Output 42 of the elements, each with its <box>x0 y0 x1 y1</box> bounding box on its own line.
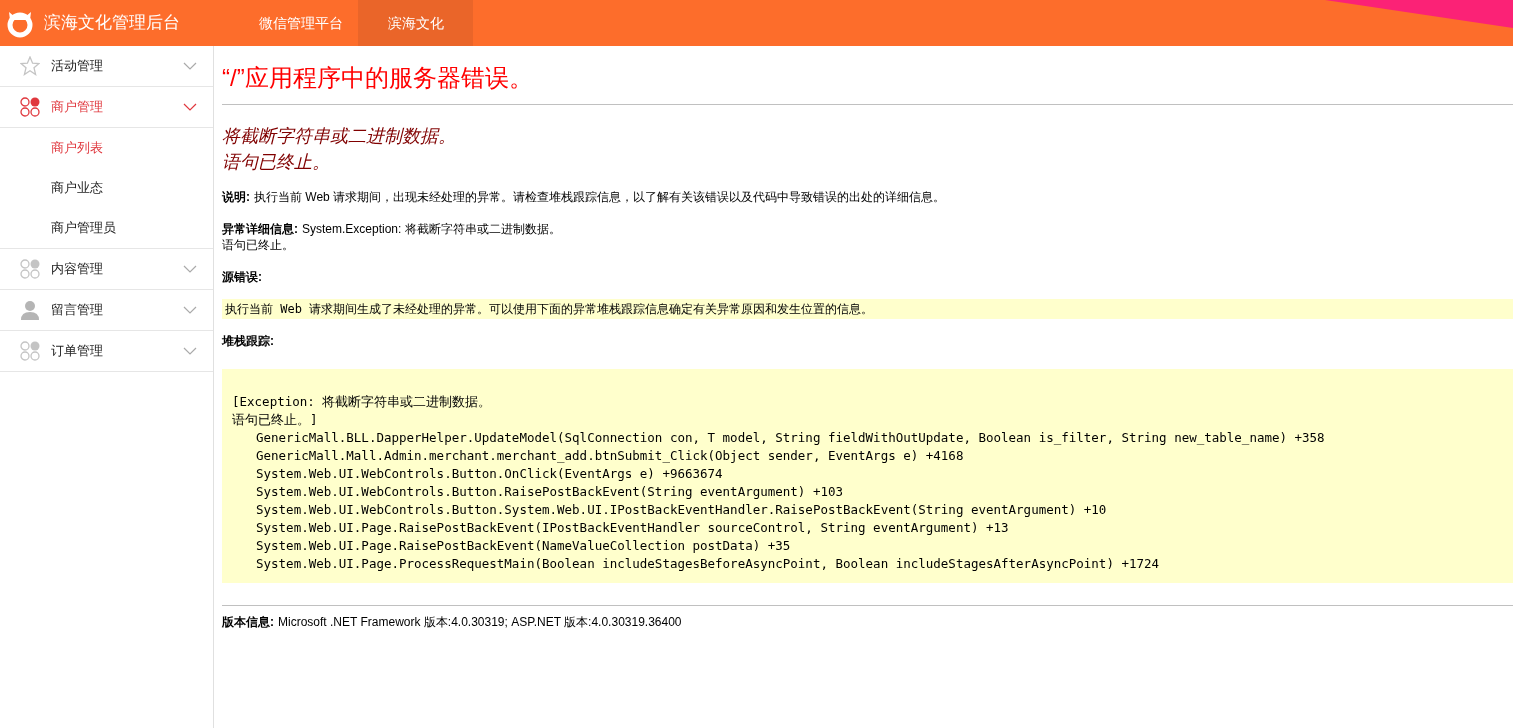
section-label: 源错误: <box>222 269 263 285</box>
field-label: 异常详细信息: <box>222 221 298 237</box>
stack-trace-line: GenericMall.BLL.DapperHelper.UpdateModel(SqlConnection con, T model, String fieldWithOutUpdate, Boolean is_filter, String new_table_name) +358 <box>255 429 1326 447</box>
sidebar-item[interactable]: 内容管理 <box>0 249 213 290</box>
stack-trace-line: 语句已终止。] <box>232 411 319 429</box>
star-icon <box>20 56 40 76</box>
circles-icon <box>20 97 40 117</box>
version-text: Microsoft .NET Framework 版本:4.0.30319; ASP.NET 版本:4.0.30319.36400 <box>278 614 682 630</box>
sidebar-item[interactable]: 活动管理 <box>0 46 213 87</box>
stack-trace-line: [Exception: 将截断字符串或二进制数据。 <box>232 393 493 411</box>
section-label: 堆栈跟踪: <box>222 333 275 349</box>
submenu-item[interactable]: 商户业态 <box>0 168 213 208</box>
submenu-item[interactable]: 商户管理员 <box>0 208 213 248</box>
circles-icon <box>20 259 40 279</box>
exception-text: System.Exception: 将截断字符串或二进制数据。 <box>302 221 561 237</box>
stack-trace-line: System.Web.UI.WebControls.Button.OnClick(EventArgs e) +9663674 <box>255 465 724 483</box>
sidebar-item[interactable]: 订单管理 <box>0 331 213 372</box>
stack-trace-line: System.Web.UI.WebControls.Button.RaisePostBackEvent(String eventArgument) +103 <box>255 483 844 501</box>
stack-trace-line: System.Web.UI.WebControls.Button.System.Web.UI.IPostBackEventHandler.RaisePostBackEvent(String eventArgument) +10 <box>255 501 1108 519</box>
error-message: 语句已终止。 <box>222 151 331 174</box>
exception-text: 语句已终止。 <box>222 237 295 253</box>
sidebar-item[interactable]: 留言管理 <box>0 290 213 331</box>
app-title: 滨海文化管理后台 <box>44 12 180 35</box>
chevron-icon <box>183 306 197 314</box>
person-icon <box>20 300 40 320</box>
chevron-icon <box>183 265 197 273</box>
description-text: 执行当前 Web 请求期间，出现未经处理的异常。请检查堆栈跟踪信息，以了解有关该错误以及代码中导致错误的出处的详细信息。 <box>254 189 946 205</box>
error-title: “/”应用程序中的服务器错误。 <box>222 63 534 93</box>
circles-icon <box>20 341 40 361</box>
sidebar-item[interactable]: 商户管理 <box>0 87 213 128</box>
stack-trace-line: System.Web.UI.Page.RaisePostBackEvent(NameValueCollection postData) +35 <box>255 537 792 555</box>
stack-trace-line: System.Web.UI.Page.ProcessRequestMain(Boolean includeStagesBeforeAsyncPoint, Boolean includeStagesAfterAsyncPoint) +1724 <box>255 555 1161 573</box>
chevron-icon <box>183 347 197 355</box>
error-message: 将截断字符串或二进制数据。 <box>222 125 457 148</box>
source-error-box: 执行当前 Web 请求期间生成了未经处理的异常。可以使用下面的异常堆栈跟踪信息确定有关异常原因和发生位置的信息。 <box>222 299 1513 319</box>
field-label: 说明: <box>222 189 250 205</box>
field-label: 版本信息: <box>222 614 274 630</box>
chevron-icon <box>183 103 197 111</box>
stack-trace-line: GenericMall.Mall.Admin.merchant.merchant_add.btnSubmit_Click(Object sender, EventArgs e) +4168 <box>255 447 965 465</box>
submenu-item[interactable]: 商户列表 <box>0 128 213 168</box>
stack-trace-line: System.Web.UI.Page.RaisePostBackEvent(IPostBackEventHandler sourceControl, String eventArgument) +13 <box>255 519 1010 537</box>
chevron-icon <box>183 62 197 70</box>
